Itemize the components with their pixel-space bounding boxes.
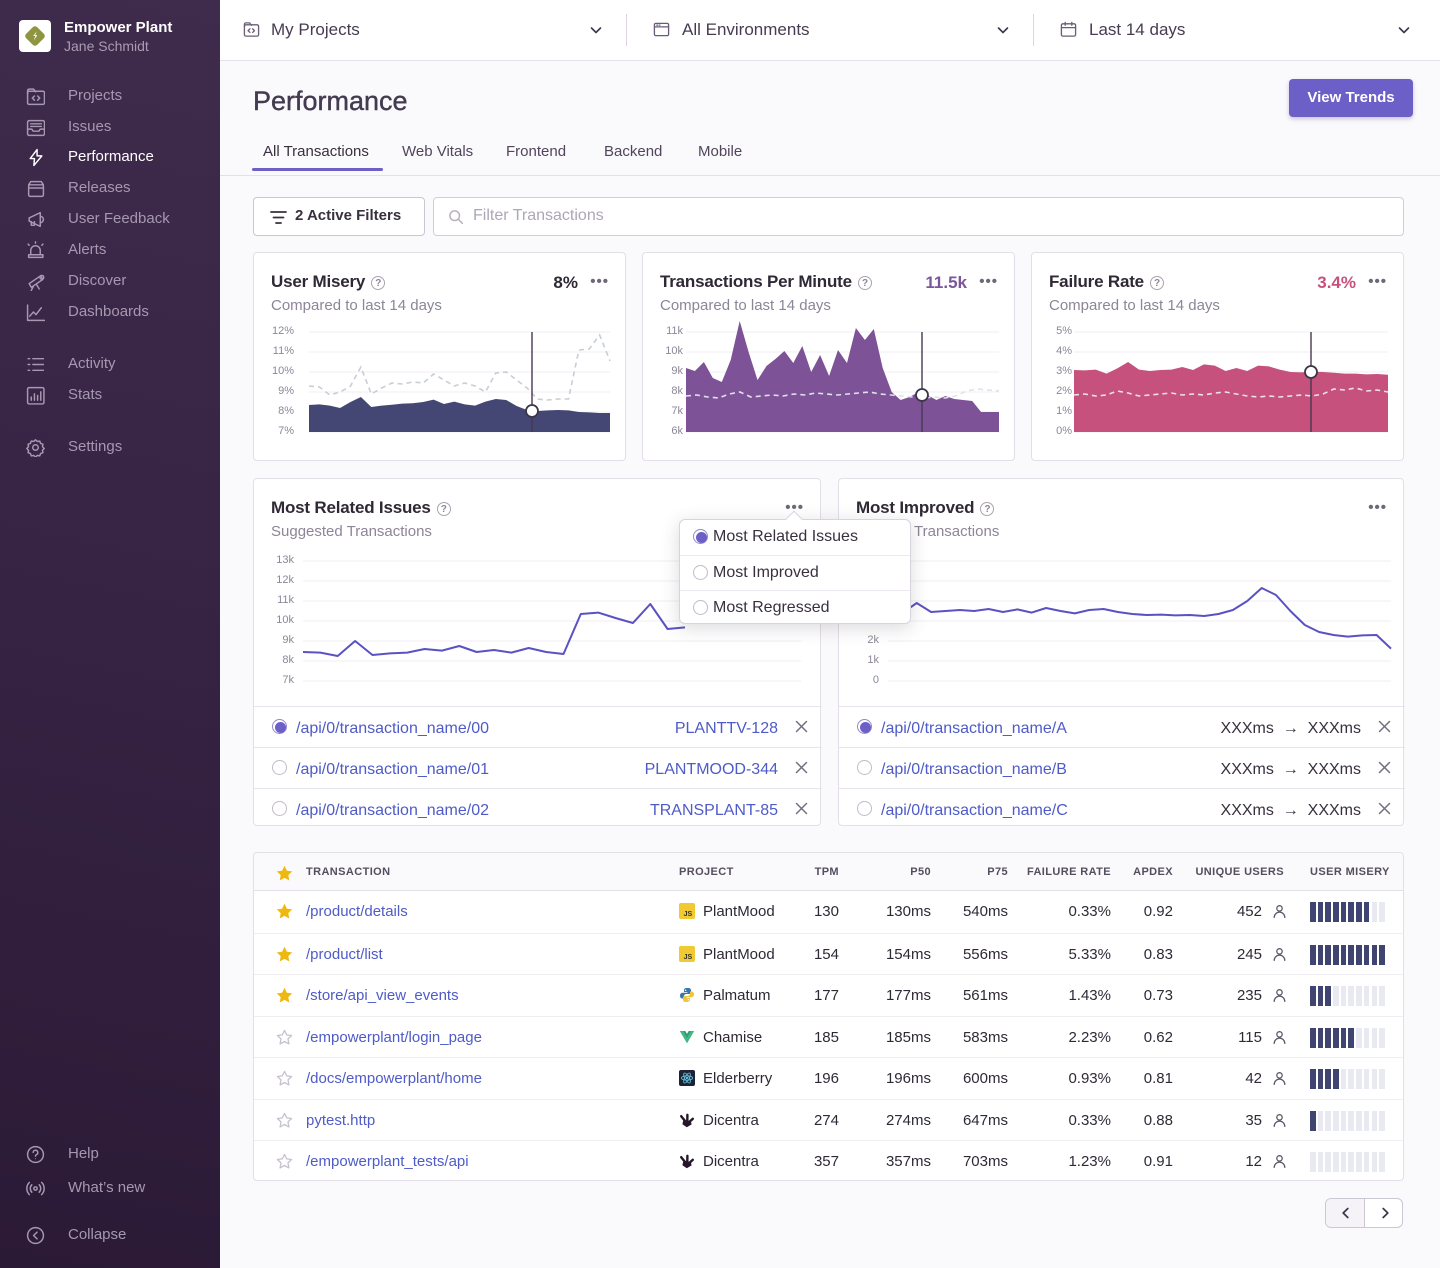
svg-text:JS: JS bbox=[684, 954, 693, 961]
svg-text:JS: JS bbox=[684, 911, 693, 918]
